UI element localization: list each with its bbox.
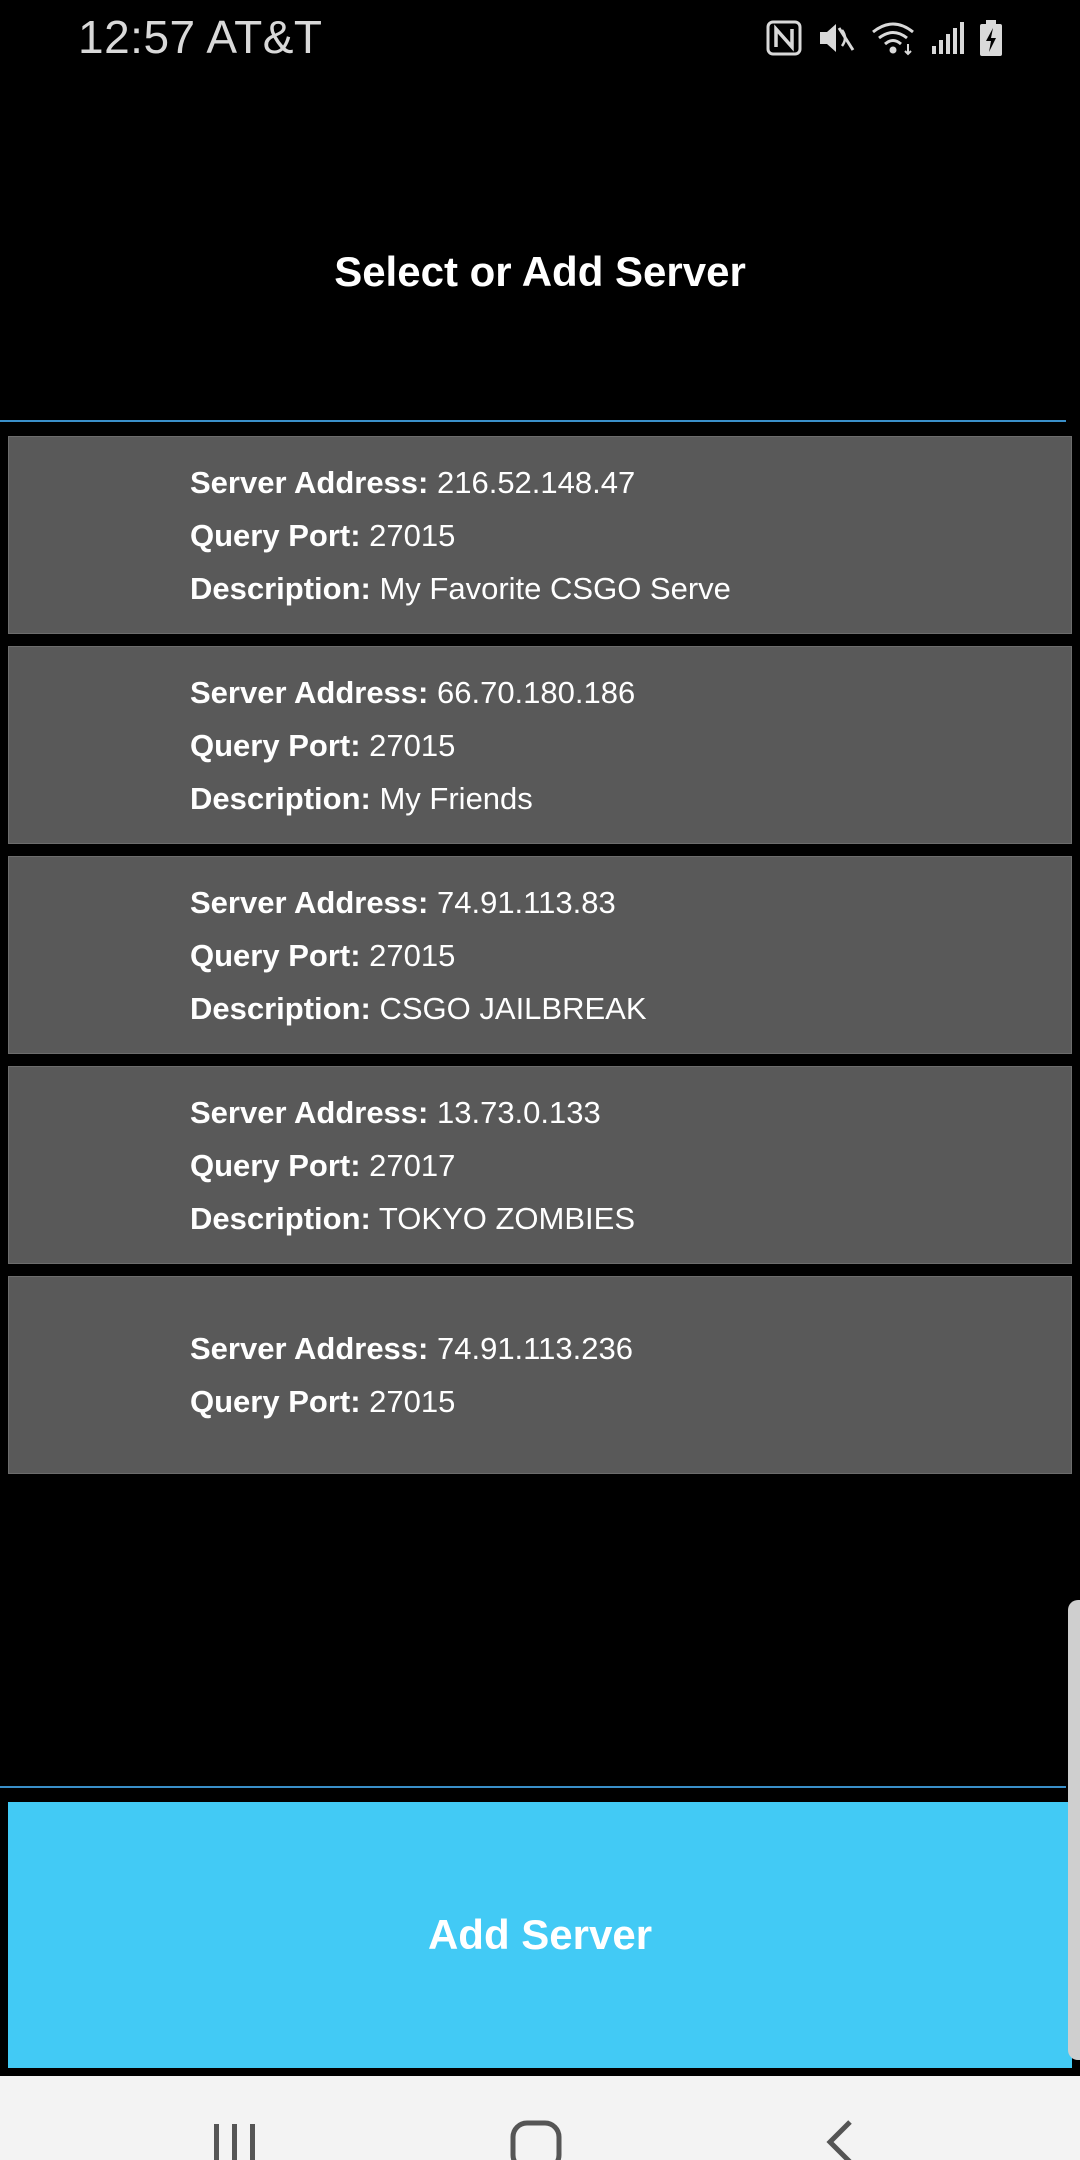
battery-charging-icon [978, 19, 1004, 57]
query-port-value: 27017 [369, 1147, 456, 1183]
header-divider [0, 420, 1066, 422]
query-port-value: 27015 [369, 727, 456, 763]
server-card-2[interactable]: Server Address: 66.70.180.186 Query Port… [8, 646, 1072, 844]
status-icons [766, 14, 1004, 62]
server-address-label: Server Address: [190, 674, 429, 710]
status-time: 12:57 AT&T [78, 11, 323, 63]
server-address-value: 13.73.0.133 [436, 1094, 601, 1130]
edge-panel-handle[interactable] [1068, 1600, 1080, 2060]
description-label: Description: [190, 570, 371, 606]
mute-icon [816, 20, 856, 56]
server-card-1[interactable]: Server Address: 216.52.148.47 Query Port… [8, 436, 1072, 634]
server-address-line: Server Address: 216.52.148.47 [190, 461, 1061, 504]
description-label: Description: [190, 1200, 371, 1236]
query-port-line: Query Port: 27015 [190, 1380, 1061, 1423]
description-label: Description: [190, 780, 371, 816]
description-label: Description: [190, 990, 371, 1026]
server-address-value: 66.70.180.186 [436, 674, 636, 710]
server-address-value: 74.91.113.83 [436, 884, 616, 920]
nfc-icon [766, 20, 802, 56]
description-value: My Friends [379, 780, 533, 816]
query-port-label: Query Port: [190, 1147, 361, 1183]
query-port-line: Query Port: 27017 [190, 1144, 1061, 1187]
screen: 12:57 AT&T Select or Add Server Server A… [0, 0, 1080, 2160]
server-address-value: 216.52.148.47 [436, 464, 636, 500]
server-address-line: Server Address: 74.91.113.83 [190, 881, 1061, 924]
server-card-5[interactable]: Server Address: 74.91.113.236 Query Port… [8, 1276, 1072, 1474]
query-port-label: Query Port: [190, 1384, 361, 1419]
server-address-line: Server Address: 13.73.0.133 [190, 1091, 1061, 1134]
query-port-label: Query Port: [190, 517, 361, 553]
signal-icon [930, 20, 964, 56]
wifi-icon [870, 20, 916, 56]
status-bar: 12:57 AT&T [0, 0, 1080, 75]
query-port-value: 27015 [369, 517, 456, 553]
server-address-label: Server Address: [190, 464, 429, 500]
description-line: Description: CSGO JAILBREAK [190, 987, 1061, 1030]
server-list: Server Address: 216.52.148.47 Query Port… [8, 436, 1072, 1486]
footer-divider [0, 1786, 1066, 1788]
server-address-line: Server Address: 66.70.180.186 [190, 671, 1061, 714]
server-address-label: Server Address: [190, 884, 429, 920]
query-port-value: 27015 [369, 937, 456, 973]
query-port-line: Query Port: 27015 [190, 514, 1061, 557]
query-port-label: Query Port: [190, 727, 361, 763]
navigation-bar [0, 2076, 1080, 2160]
server-address-label: Server Address: [190, 1094, 429, 1130]
server-card-4[interactable]: Server Address: 13.73.0.133 Query Port: … [8, 1066, 1072, 1264]
recent-apps-icon[interactable] [212, 2120, 258, 2160]
description-value: My Favorite CSGO Serve [379, 570, 731, 606]
server-card-3[interactable]: Server Address: 74.91.113.83 Query Port:… [8, 856, 1072, 1054]
server-address-label: Server Address: [190, 1331, 429, 1366]
description-line: Description: My Friends [190, 777, 1061, 820]
description-value: CSGO JAILBREAK [379, 990, 647, 1026]
back-icon[interactable] [822, 2120, 856, 2160]
home-icon[interactable] [510, 2120, 562, 2160]
query-port-value: 27015 [369, 1384, 456, 1419]
add-server-button[interactable]: Add Server [8, 1802, 1072, 2068]
query-port-line: Query Port: 27015 [190, 724, 1061, 767]
server-address-line: Server Address: 74.91.113.236 [190, 1327, 1061, 1370]
query-port-line: Query Port: 27015 [190, 934, 1061, 977]
description-value: TOKYO ZOMBIES [378, 1200, 636, 1236]
description-line: Description: My Favorite CSGO Serve [190, 567, 1061, 610]
server-address-value: 74.91.113.236 [436, 1331, 633, 1366]
page-title: Select or Add Server [334, 248, 746, 295]
description-line: Description: TOKYO ZOMBIES [190, 1197, 1061, 1240]
query-port-label: Query Port: [190, 937, 361, 973]
